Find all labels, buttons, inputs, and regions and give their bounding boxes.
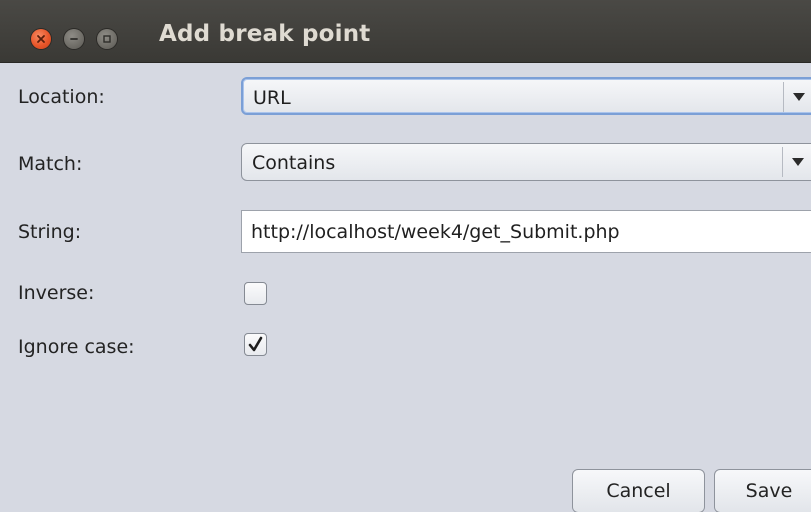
match-select[interactable]: Contains xyxy=(241,143,811,181)
chevron-down-icon[interactable] xyxy=(782,147,811,177)
match-label: Match: xyxy=(18,153,83,175)
inverse-checkbox[interactable] xyxy=(244,282,267,305)
cancel-button[interactable]: Cancel xyxy=(572,469,705,512)
location-label: Location: xyxy=(18,86,105,108)
match-select-value: Contains xyxy=(252,152,336,174)
checkmark-icon xyxy=(248,336,263,352)
chevron-down-icon[interactable] xyxy=(783,82,811,112)
location-select[interactable]: URL xyxy=(241,77,811,115)
inverse-label: Inverse: xyxy=(18,282,95,304)
string-input[interactable] xyxy=(242,211,811,252)
save-button[interactable]: Save xyxy=(714,469,811,512)
maximize-icon[interactable] xyxy=(97,29,117,49)
minimize-icon[interactable] xyxy=(64,29,84,49)
ignore-case-label: Ignore case: xyxy=(18,336,135,358)
add-break-point-dialog: Add break point Location: URL Match: Con… xyxy=(0,0,811,512)
dialog-title: Add break point xyxy=(159,21,371,47)
location-select-value: URL xyxy=(253,87,291,109)
ignore-case-checkbox[interactable] xyxy=(244,333,267,356)
string-field[interactable] xyxy=(241,210,811,253)
close-icon[interactable] xyxy=(31,29,51,49)
title-bar: Add break point xyxy=(0,0,811,63)
string-label: String: xyxy=(18,221,82,243)
